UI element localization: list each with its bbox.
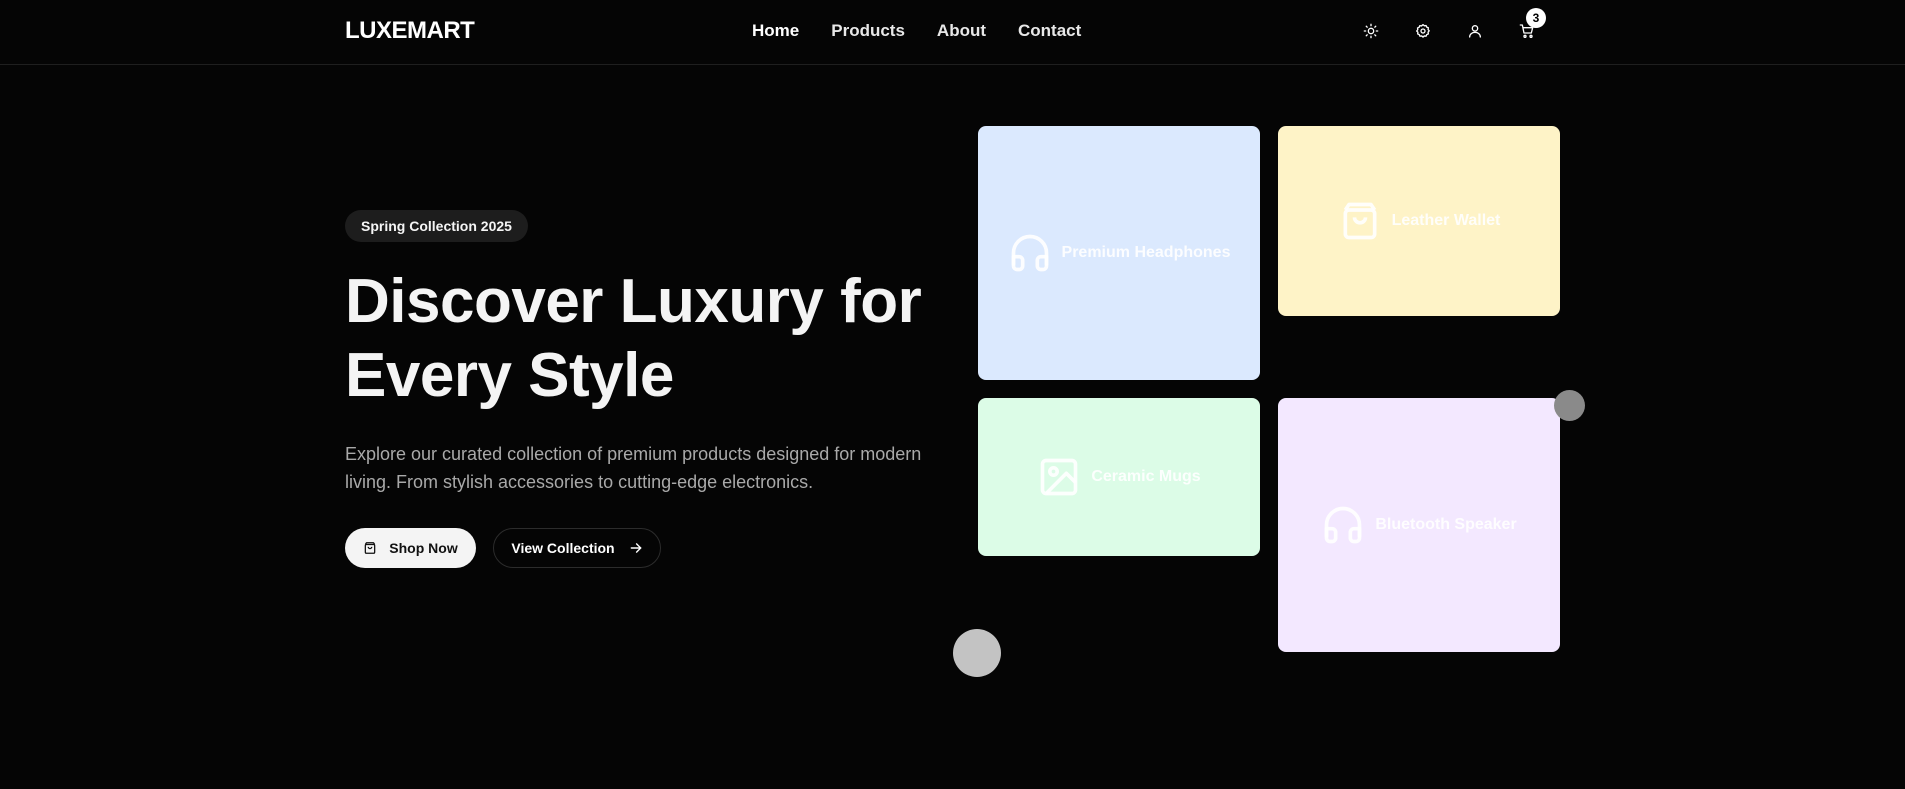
product-card-label: Leather Wallet (1391, 212, 1501, 229)
shop-now-button[interactable]: Shop Now (345, 528, 476, 568)
cart-button[interactable]: 3 (1516, 8, 1546, 42)
view-collection-label: View Collection (511, 540, 615, 556)
product-card-headphones[interactable]: Premium Headphones (978, 126, 1260, 380)
image-icon (1040, 458, 1078, 496)
product-card-wallet[interactable]: Leather Wallet (1278, 126, 1560, 316)
nav-contact[interactable]: Contact (1018, 21, 1081, 41)
shop-now-label: Shop Now (389, 540, 458, 556)
theme-toggle-button[interactable] (1360, 20, 1382, 42)
main-nav: Home Products About Contact (752, 21, 1113, 41)
hero-title-line-2: Every Style (345, 341, 674, 410)
decorative-circle-large (953, 629, 1001, 677)
arrow-right-icon (630, 543, 641, 553)
hero-title: Discover Luxury for Every Style (345, 265, 985, 413)
product-card-label: Ceramic Mugs (1091, 468, 1201, 485)
account-button[interactable] (1464, 20, 1486, 42)
user-icon (1469, 25, 1481, 38)
product-card-label: Premium Headphones (1061, 244, 1231, 261)
headphones-icon (1011, 234, 1048, 272)
site-header: LUXEMART Home Products About Contact 3 (0, 0, 1905, 65)
nav-home[interactable]: Home (752, 21, 799, 41)
settings-button[interactable] (1412, 20, 1434, 42)
product-card-label: Bluetooth Speaker (1375, 516, 1517, 533)
nav-products[interactable]: Products (831, 21, 905, 41)
sun-icon (1363, 23, 1379, 39)
headphones-icon (1324, 506, 1362, 544)
decorative-circle-small (1554, 390, 1585, 421)
cart-count-badge: 3 (1526, 8, 1546, 28)
gear-icon (1416, 24, 1430, 38)
product-card-mugs[interactable]: Ceramic Mugs (978, 398, 1260, 556)
logo[interactable]: LUXEMART (345, 17, 475, 45)
product-card-speaker[interactable]: Bluetooth Speaker (1278, 398, 1560, 652)
header-icons: 3 (1360, 8, 1568, 42)
view-collection-button[interactable]: View Collection (493, 528, 661, 568)
nav-about[interactable]: About (937, 21, 986, 41)
hero-title-line-1: Discover Luxury for (345, 267, 922, 336)
collection-badge: Spring Collection 2025 (345, 210, 528, 242)
hero-description: Explore our curated collection of premiu… (345, 444, 922, 492)
shopping-bag-icon (1343, 202, 1377, 240)
shopping-bag-icon (364, 542, 376, 554)
